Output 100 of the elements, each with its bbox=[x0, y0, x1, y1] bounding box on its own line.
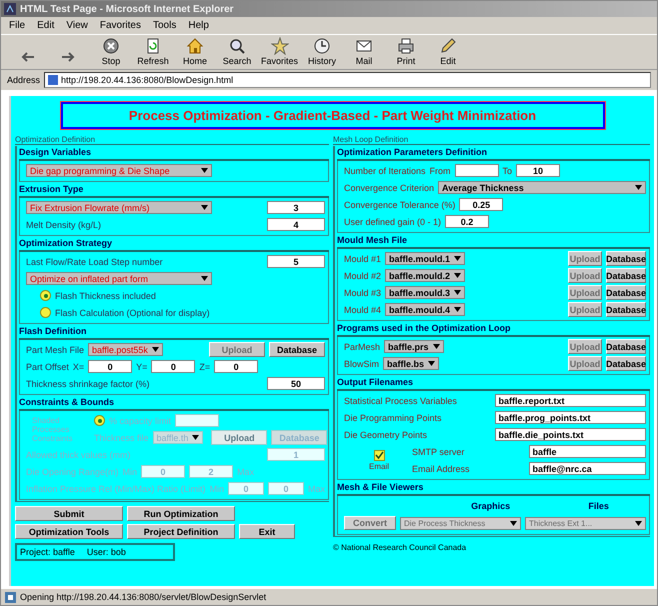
field-label: Die Geometry Points bbox=[344, 430, 428, 440]
field-label: Flash Calculation (Optional for display) bbox=[55, 308, 210, 318]
caret-icon bbox=[635, 520, 642, 526]
input-field[interactable]: baffle.report.txt bbox=[494, 394, 646, 407]
button[interactable]: Exit bbox=[239, 524, 295, 539]
field-label: To bbox=[502, 166, 512, 176]
input-field[interactable]: 3 bbox=[267, 201, 325, 214]
input-field[interactable]: 4 bbox=[267, 218, 325, 231]
input-field[interactable]: baffle.die_points.txt bbox=[494, 428, 646, 441]
section-title: Output Filenames bbox=[337, 376, 650, 391]
field-label: Thickness file bbox=[94, 432, 149, 442]
field-label: Convergence Criterion bbox=[344, 182, 434, 192]
field-label: Melt Density (kg/L) bbox=[26, 220, 102, 230]
menu-item[interactable]: Favorites bbox=[100, 20, 141, 31]
status-text: Opening http://198.20.44.136:8080/servlet/BlowDesignServlet bbox=[20, 592, 266, 602]
button[interactable]: Optimization Tools bbox=[15, 524, 123, 539]
dropdown[interactable]: baffle.mould.2 bbox=[385, 269, 466, 282]
input-field[interactable]: 0.25 bbox=[459, 198, 504, 211]
stop-icon bbox=[102, 37, 120, 55]
input-field[interactable]: 0 bbox=[151, 360, 196, 373]
input-field[interactable]: baffle@nrc.ca bbox=[528, 462, 646, 475]
caret-icon bbox=[201, 205, 208, 210]
toolbar-button[interactable]: Mail bbox=[346, 37, 382, 66]
column-title: Optimization Definition bbox=[15, 135, 329, 145]
menu-item[interactable]: View bbox=[66, 20, 88, 31]
toolbar-button[interactable]: Home bbox=[177, 37, 213, 66]
caret-icon bbox=[454, 290, 462, 295]
dropdown[interactable]: baffle.mould.3 bbox=[385, 286, 466, 299]
menu-item[interactable]: Edit bbox=[37, 20, 54, 31]
input-field[interactable] bbox=[454, 164, 499, 177]
search-icon bbox=[228, 37, 246, 55]
field-label: Z= bbox=[199, 362, 210, 372]
button[interactable]: Run Optimization bbox=[127, 506, 235, 521]
radio-button[interactable] bbox=[40, 290, 51, 301]
field-label: Statistical Process Variables bbox=[344, 396, 458, 406]
menu-item[interactable]: Tools bbox=[152, 20, 176, 31]
toolbar-button[interactable]: Print bbox=[388, 37, 424, 66]
field-label: % capacity limit bbox=[109, 416, 172, 426]
input-field[interactable]: baffle bbox=[528, 445, 646, 458]
field-label: Inflation Pressure Rel (Min/Max) Ratio (Limit) bbox=[26, 484, 206, 494]
field-label: Part Offset bbox=[26, 362, 69, 372]
button[interactable]: Database bbox=[606, 302, 646, 317]
field-label: User defined gain (0 - 1) bbox=[344, 216, 442, 226]
caret-icon bbox=[152, 347, 159, 352]
button[interactable]: Database bbox=[606, 356, 646, 371]
field-label: SMTP server bbox=[412, 446, 466, 456]
field-label: Thickness shrinkage factor (%) bbox=[26, 378, 151, 388]
field-label: Allowed thick values (mm) bbox=[26, 450, 132, 460]
button[interactable]: Database bbox=[606, 251, 646, 266]
field-label: BlowSim bbox=[344, 358, 380, 368]
caret-icon bbox=[454, 256, 462, 261]
toolbar-button[interactable]: Favorites bbox=[261, 37, 298, 66]
input-field[interactable]: 5 bbox=[267, 255, 325, 268]
button[interactable]: Project Definition bbox=[127, 524, 235, 539]
caret-icon bbox=[510, 520, 517, 526]
input-field[interactable]: 0 bbox=[88, 360, 132, 373]
button[interactable]: Database bbox=[606, 268, 646, 283]
toolbar-button[interactable]: Stop bbox=[93, 37, 129, 66]
section-title: Constraints & Bounds bbox=[19, 396, 329, 411]
input-field[interactable]: 0.2 bbox=[445, 215, 490, 228]
input-field[interactable]: 10 bbox=[516, 164, 560, 177]
column-heading: Graphics bbox=[471, 500, 510, 510]
dropdown[interactable]: Average Thickness bbox=[438, 181, 646, 194]
input-field[interactable]: 0 bbox=[214, 360, 258, 373]
section-title: Flash Definition bbox=[19, 325, 329, 340]
button[interactable]: Submit bbox=[15, 506, 123, 521]
input-field[interactable]: 50 bbox=[267, 377, 325, 390]
checkbox[interactable] bbox=[374, 450, 384, 460]
field-label: Mould #4 bbox=[344, 304, 382, 314]
toolbar-button[interactable]: Refresh bbox=[135, 37, 171, 66]
toolbar-button[interactable]: Search bbox=[219, 37, 255, 66]
window-title: HTML Test Page - Microsoft Internet Explorer bbox=[20, 4, 234, 14]
column-heading: Files bbox=[588, 500, 609, 510]
address-field[interactable]: http://198.20.44.136:8080/BlowDesign.html bbox=[44, 72, 651, 88]
caret-icon bbox=[454, 307, 462, 312]
dropdown[interactable]: baffle.mould.1 bbox=[385, 252, 466, 265]
section-title: Extrusion Type bbox=[19, 183, 329, 198]
browser-icon bbox=[4, 3, 16, 15]
menu-item[interactable]: Help bbox=[188, 20, 209, 31]
group-label: Shaded Processes Constraints bbox=[32, 416, 74, 442]
field-label: Mould #1 bbox=[344, 254, 382, 264]
button[interactable]: Database bbox=[606, 339, 646, 354]
toolbar-button[interactable]: History bbox=[304, 37, 340, 66]
home-icon bbox=[186, 37, 204, 55]
radio-button[interactable] bbox=[40, 307, 51, 318]
menu-item[interactable]: File bbox=[9, 20, 26, 31]
field-label: Number of Iterations bbox=[344, 166, 426, 176]
field-label: Flash Thickness included bbox=[55, 290, 156, 300]
button[interactable]: Database bbox=[606, 285, 646, 300]
dropdown[interactable]: baffle.mould.4 bbox=[385, 303, 466, 316]
field-label: From bbox=[430, 166, 451, 176]
button[interactable]: Database bbox=[269, 342, 325, 357]
dropdown[interactable]: baffle.prs bbox=[384, 340, 444, 353]
caret-icon bbox=[192, 435, 200, 440]
input-field[interactable]: baffle.prog_points.txt bbox=[494, 411, 646, 424]
section-title: Mesh & File Viewers bbox=[337, 481, 650, 496]
dropdown[interactable]: baffle.bs bbox=[383, 357, 440, 370]
section-title: Mould Mesh File bbox=[337, 234, 650, 249]
field-label: Min bbox=[210, 484, 224, 494]
toolbar-button[interactable]: Edit bbox=[430, 37, 466, 66]
